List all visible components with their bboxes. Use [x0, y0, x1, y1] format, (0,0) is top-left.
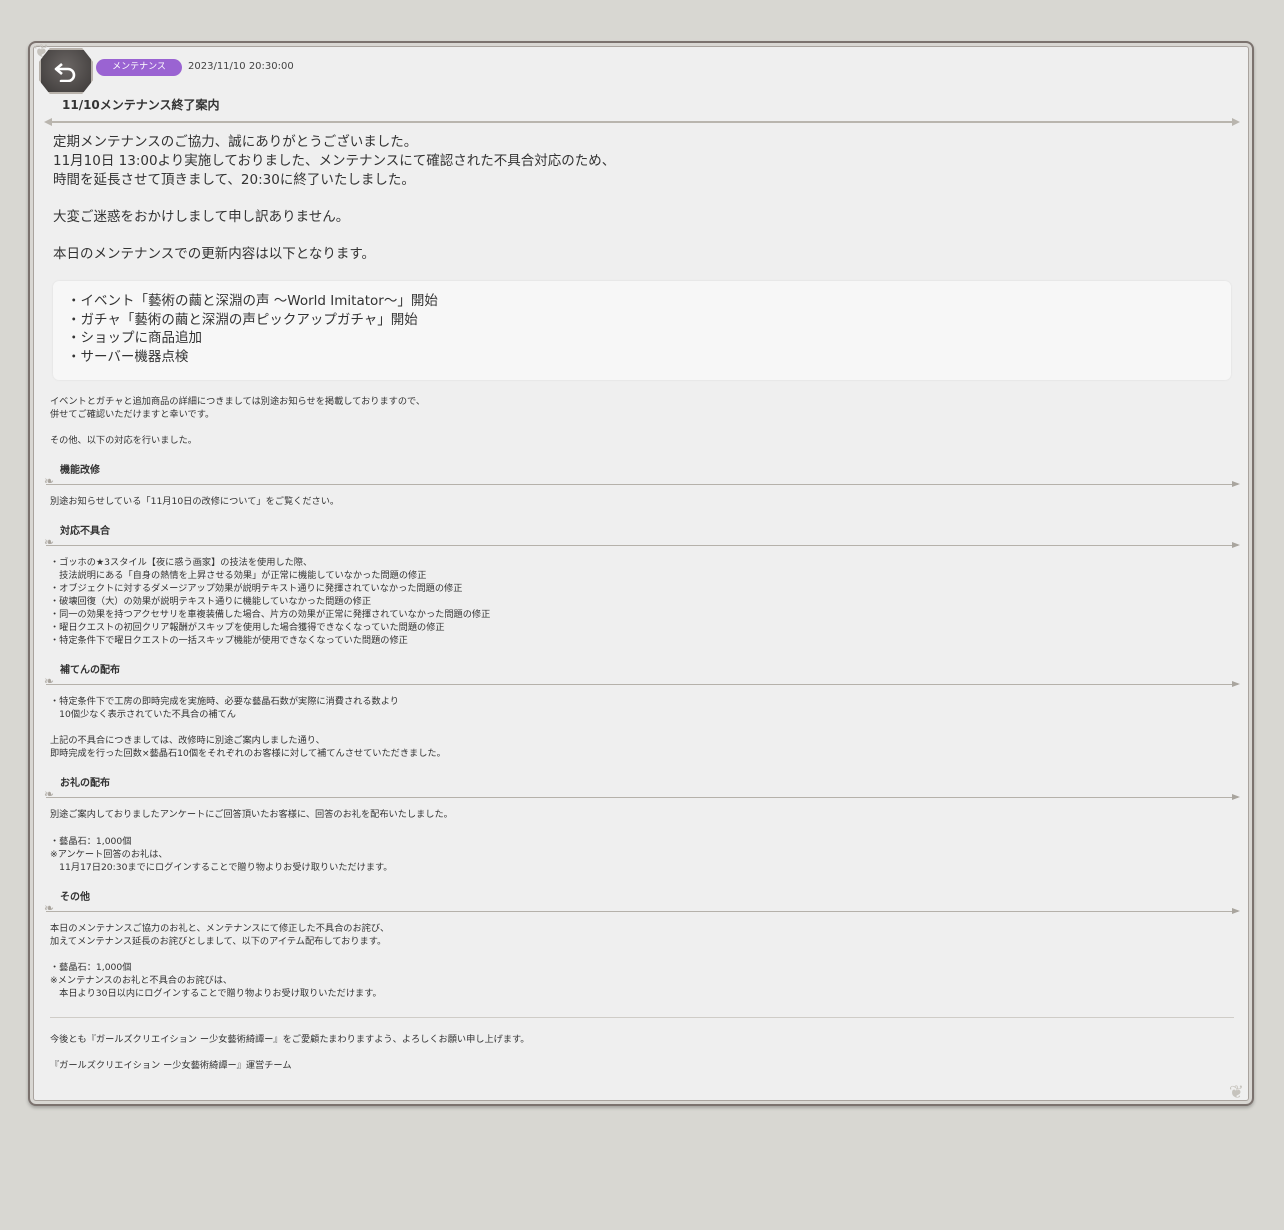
section-line: ・特定条件下で曜日クエストの一括スキップ機能が使用できなくなっていた問題の修正: [50, 635, 408, 646]
section-line: ※メンテナンスのお礼と不具合のお詫びは、: [50, 975, 233, 986]
section-line: 技法説明にある「自身の熱情を上昇させる効果」が正常に機能していなかった問題の修正: [50, 570, 427, 581]
note-line: イベントとガチャと追加商品の詳細につきましては別途お知らせを掲載しておりますので…: [50, 396, 426, 407]
ornament-icon: ❧: [44, 674, 55, 688]
section-divider: ❧: [44, 475, 1240, 487]
section-line: 別途ご案内しておりましたアンケートにご回答頂いたお客様に、回答のお礼を配布いたし…: [50, 809, 453, 820]
title-divider: [44, 118, 1240, 126]
update-item: ・サーバー機器点検: [67, 348, 189, 365]
ornament-icon: ❧: [44, 787, 55, 801]
note-line: その他、以下の対応を行いました。: [50, 435, 197, 446]
corner-ornament-bottom-right-icon: ❦: [1228, 1082, 1244, 1103]
ornament-icon: ❧: [44, 474, 55, 488]
section-line: ・藝晶石：1,000個: [50, 962, 132, 973]
section-title-compensation: 補てんの配布: [60, 665, 120, 676]
section-line: ・曜日クエストの初回クリア報酬がスキップを使用した場合獲得できなくなっていた問題…: [50, 622, 445, 633]
back-button[interactable]: [39, 48, 93, 94]
section-divider: ❧: [44, 675, 1240, 687]
update-item: ・ショップに商品追加: [67, 330, 202, 347]
post-date: 2023/11/10 20:30:00: [188, 61, 294, 72]
footer-line: 今後とも『ガールズクリエイション ー少女藝術綺譚ー』をご愛顧たまわりますよう、よ…: [50, 1034, 530, 1045]
update-item: ・ガチャ「藝術の繭と深淵の声ピックアップガチャ」開始: [67, 311, 418, 328]
back-arrow-icon: [54, 63, 76, 82]
page-title: 11/10メンテナンス終了案内: [62, 98, 220, 112]
intro-line: 時間を延長させて頂きまして、20:30に終了いたしました。: [53, 172, 415, 188]
section-title-improve: 機能改修: [60, 465, 100, 476]
section-line: ・オブジェクトに対するダメージアップ効果が説明テキスト通りに発揮されていなかった…: [50, 583, 463, 594]
note-line: 併せてご確認いただけますと幸いです。: [50, 409, 215, 420]
section-line: 上記の不具合につきましては、改修時に別途ご案内しました通り、: [50, 735, 325, 746]
update-item: ・イベント「藝術の繭と深淵の声 〜World Imitator〜」開始: [67, 293, 438, 309]
footer-signature: 『ガールズクリエイション ー少女藝術綺譚ー』運営チーム: [50, 1060, 292, 1071]
section-title-other: その他: [60, 892, 90, 903]
section-title-thanks: お礼の配布: [60, 778, 110, 789]
section-line: ・同一の効果を持つアクセサリを車複装備した場合、片方の効果が正常に発揮されていな…: [50, 609, 491, 620]
section-line: 10個少なく表示されていた不具合の補てん: [50, 709, 236, 720]
update-list-box: ・イベント「藝術の繭と深淵の声 〜World Imitator〜」開始 ・ガチャ…: [53, 281, 1231, 380]
section-line: 本日のメンテナンスご協力のお礼と、メンテナンスにて修正した不具合のお詫び、: [50, 923, 390, 934]
section-line: 11月17日20:30までにログインすることで贈り物よりお受け取りいただけます。: [50, 862, 393, 873]
intro-line: 11月10日 13:00より実施しておりました、メンテナンスにて確認された不具合…: [53, 153, 616, 169]
section-divider: ❧: [44, 902, 1240, 914]
section-line: ・藝晶石：1,000個: [50, 836, 132, 847]
section-divider: ❧: [44, 536, 1240, 548]
ornament-icon: ❧: [44, 901, 55, 915]
section-line: 本日より30日以内にログインすることで贈り物よりお受け取りいただけます。: [50, 988, 382, 999]
section-line: 即時完成を行った回数×藝晶石10個をそれぞれのお客様に対して補てんさせていただき…: [50, 748, 446, 759]
section-divider: ❧: [44, 788, 1240, 800]
footer-divider: [50, 1017, 1234, 1018]
section-line: ・特定条件下で工房の即時完成を実施時、必要な藝晶石数が実際に消費される数より: [50, 696, 399, 707]
intro-line: 大変ご迷惑をおかけしまして申し訳ありません。: [53, 209, 350, 225]
section-line: ・破壊回復（大）の効果が説明テキスト通りに機能していなかった問題の修正: [50, 596, 372, 607]
category-badge: メンテナンス: [96, 59, 182, 76]
section-line: 別途お知らせしている「11月10日の改修について」をご覧ください。: [50, 496, 340, 507]
section-line: 加えてメンテナンス延長のお詫びとしまして、以下のアイテム配布しております。: [50, 936, 387, 947]
section-line: ※アンケート回答のお礼は、: [50, 849, 168, 860]
ornament-icon: ❧: [44, 535, 55, 549]
intro-line: 本日のメンテナンスでの更新内容は以下となります。: [53, 246, 375, 262]
section-title-bugs: 対応不具合: [60, 526, 110, 537]
intro-line: 定期メンテナンスのご協力、誠にありがとうございました。: [53, 134, 418, 150]
section-line: ・ゴッホの★3スタイル【夜に惑う画家】の技法を使用した際、: [50, 557, 313, 568]
